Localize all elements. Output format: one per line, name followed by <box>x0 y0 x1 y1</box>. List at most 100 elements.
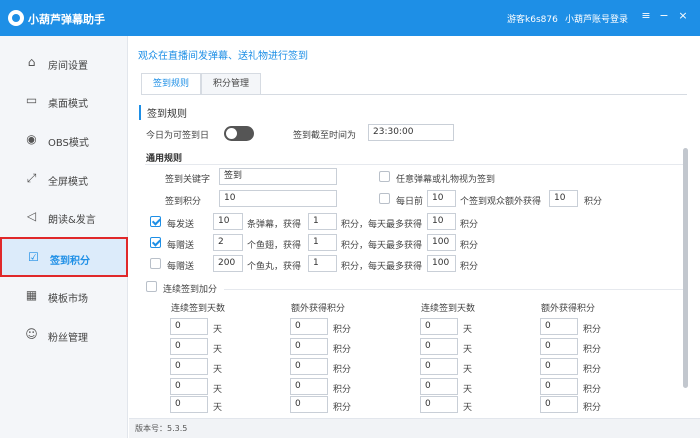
today-toggle[interactable] <box>224 126 254 141</box>
day-unit: 天 <box>463 345 473 355</box>
streak-days-input[interactable]: 0 <box>170 318 208 335</box>
streak-days-input[interactable]: 0 <box>420 358 458 375</box>
close-icon[interactable]: × <box>676 9 690 22</box>
tab-divider <box>141 94 687 95</box>
streak-days-input[interactable]: 0 <box>170 358 208 375</box>
streak-days-input[interactable]: 0 <box>420 318 458 335</box>
login-link[interactable]: 小葫芦账号登录 <box>565 12 628 25</box>
table-header: 连续签到天数 <box>171 304 226 314</box>
day-unit: 天 <box>213 345 223 355</box>
sidebar-item-room[interactable]: ⌂ 房间设置 <box>0 44 128 82</box>
day-unit: 天 <box>463 403 473 413</box>
sidebar-item-label: 签到积分 <box>50 256 90 267</box>
status-bar: 版本号：5.3.5 <box>129 418 700 438</box>
rule-end: 积分 <box>460 262 479 272</box>
keyword-label: 签到关键字 <box>165 175 211 185</box>
fullscreen-icon: ⤢ <box>26 171 37 185</box>
monitor-icon: ▭ <box>25 93 38 107</box>
points-unit: 积分 <box>333 325 352 335</box>
streak-checkbox[interactable] <box>146 281 157 292</box>
daily-first-points-input[interactable]: 10 <box>549 190 578 207</box>
streak-points-input[interactable]: 0 <box>540 396 578 413</box>
points-unit: 积分 <box>583 325 602 335</box>
rule-gift1-checkbox[interactable] <box>150 237 161 248</box>
daily-first-text: 个签到观众额外获得 <box>460 197 542 207</box>
day-unit: 天 <box>463 325 473 335</box>
deadline-input[interactable]: 23:30:00 <box>368 124 454 141</box>
points-label: 签到积分 <box>165 197 202 207</box>
rule-unit: 个鱼丸，获得 <box>247 262 302 272</box>
streak-points-input[interactable]: 0 <box>540 358 578 375</box>
sidebar-item-label: OBS模式 <box>48 138 89 149</box>
sidebar-item-label: 朗读&发言 <box>48 215 96 226</box>
day-unit: 天 <box>463 365 473 375</box>
menu-icon[interactable]: ≡ <box>639 9 653 22</box>
daily-first-input[interactable]: 10 <box>427 190 456 207</box>
sidebar-item-label: 模板市场 <box>48 294 88 305</box>
streak-days-input[interactable]: 0 <box>170 396 208 413</box>
general-rules-title: 通用规则 <box>146 154 183 164</box>
points-input[interactable]: 10 <box>219 190 337 207</box>
rule-gift2-checkbox[interactable] <box>150 258 161 269</box>
rule-max-input[interactable]: 100 <box>427 234 456 251</box>
rule-danmu-checkbox[interactable] <box>150 216 161 227</box>
user-name[interactable]: 游客k6s876 <box>507 12 558 25</box>
obs-icon: ◉ <box>26 132 37 146</box>
rule-max-input[interactable]: 10 <box>427 213 456 230</box>
streak-days-input[interactable]: 0 <box>170 338 208 355</box>
streak-points-input[interactable]: 0 <box>540 378 578 395</box>
minimize-icon[interactable]: − <box>657 9 671 22</box>
rule-points-input[interactable]: 1 <box>308 255 337 272</box>
streak-points-input[interactable]: 0 <box>290 396 328 413</box>
rule-unit: 条弹幕，获得 <box>247 220 302 230</box>
table-header: 连续签到天数 <box>421 304 476 314</box>
daily-first-checkbox[interactable] <box>379 193 390 204</box>
rule-count-input[interactable]: 2 <box>213 234 243 251</box>
streak-points-input[interactable]: 0 <box>290 318 328 335</box>
rule-mid: 积分，每天最多获得 <box>341 220 423 230</box>
streak-days-input[interactable]: 0 <box>170 378 208 395</box>
sidebar-item-label: 房间设置 <box>48 61 88 72</box>
rule-label: 每发送 <box>167 220 195 230</box>
streak-days-input[interactable]: 0 <box>420 396 458 413</box>
streak-points-input[interactable]: 0 <box>290 338 328 355</box>
rule-count-input[interactable]: 10 <box>213 213 243 230</box>
sidebar-item-label: 桌面模式 <box>48 99 88 110</box>
streak-points-input[interactable]: 0 <box>540 318 578 335</box>
any-danmu-checkbox[interactable] <box>379 171 390 182</box>
vertical-scrollbar[interactable] <box>683 148 688 388</box>
today-label: 今日为可签到日 <box>146 131 210 141</box>
rule-max-input[interactable]: 100 <box>427 255 456 272</box>
points-unit: 积分 <box>333 365 352 375</box>
sidebar-item-fans[interactable]: ☺ 粉丝管理 <box>0 316 128 354</box>
rule-count-input[interactable]: 200 <box>213 255 243 272</box>
points-unit: 积分 <box>583 385 602 395</box>
tab-points-manage[interactable]: 积分管理 <box>201 73 261 95</box>
general-divider <box>145 164 685 165</box>
tab-signin-rules[interactable]: 签到规则 <box>141 73 201 95</box>
page-headline: 观众在直播间发弹幕、送礼物进行签到 <box>138 51 308 62</box>
keyword-input[interactable]: 签到 <box>219 168 337 185</box>
app-logo-icon <box>8 10 24 26</box>
sidebar-item-speech[interactable]: ◁ 朗读&发言 <box>0 198 128 236</box>
market-icon: ▦ <box>25 288 38 302</box>
sidebar-item-desktop[interactable]: ▭ 桌面模式 <box>0 82 128 120</box>
streak-days-input[interactable]: 0 <box>420 378 458 395</box>
streak-points-input[interactable]: 0 <box>290 378 328 395</box>
sidebar-item-fullscreen[interactable]: ⤢ 全屏模式 <box>0 160 128 198</box>
rule-points-input[interactable]: 1 <box>308 234 337 251</box>
sidebar-item-signin[interactable]: ☑ 签到积分 <box>0 237 128 277</box>
streak-points-input[interactable]: 0 <box>290 358 328 375</box>
streak-points-input[interactable]: 0 <box>540 338 578 355</box>
sidebar-item-market[interactable]: ▦ 模板市场 <box>0 277 128 315</box>
rule-points-input[interactable]: 1 <box>308 213 337 230</box>
any-danmu-label: 任意弹幕或礼物视为签到 <box>396 175 496 185</box>
streak-label: 连续签到加分 <box>163 285 218 295</box>
rule-label: 每赠送 <box>167 241 195 251</box>
calendar-icon: ☑ <box>28 250 39 264</box>
sidebar-item-obs[interactable]: ◉ OBS模式 <box>0 121 128 159</box>
fans-icon: ☺ <box>25 327 38 341</box>
streak-days-input[interactable]: 0 <box>420 338 458 355</box>
points-unit: 积分 <box>583 345 602 355</box>
points-unit: 积分 <box>583 365 602 375</box>
